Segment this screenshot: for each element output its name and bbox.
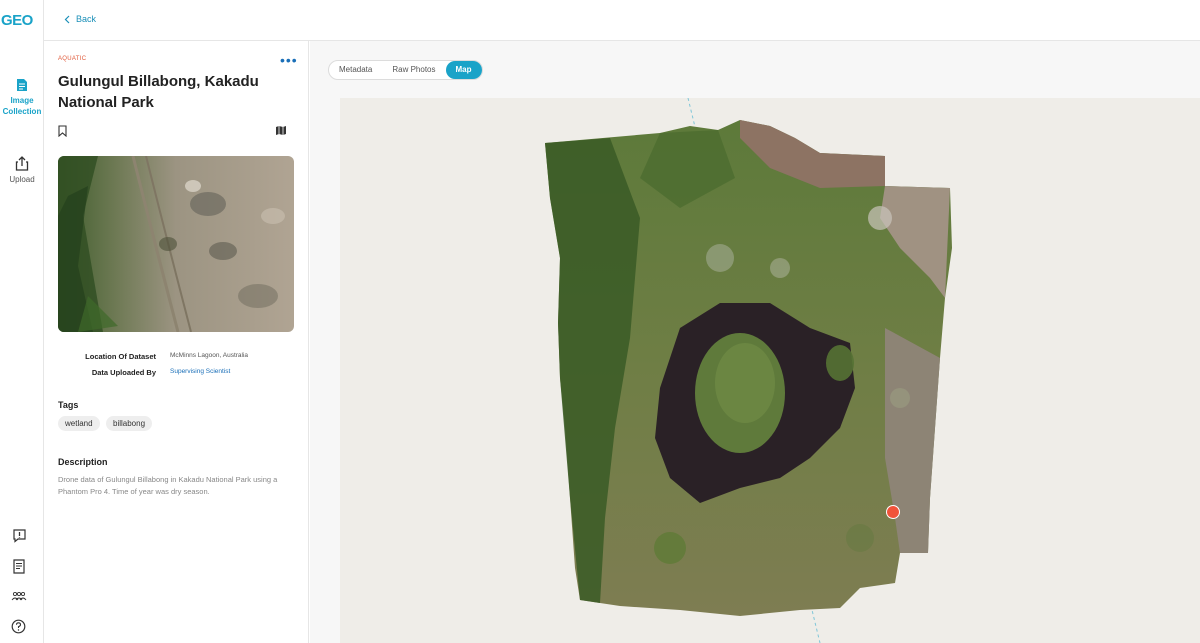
geo-logo[interactable]: GEO <box>1 10 41 30</box>
rail-item-image-collection[interactable]: Image Collection <box>0 78 44 117</box>
top-bar: Back <box>44 0 1200 41</box>
meta-value: McMinns Lagoon, Australia <box>170 352 249 359</box>
document-icon <box>17 79 27 91</box>
main-content: Metadata Raw Photos Map <box>310 41 1200 643</box>
bookmark-icon[interactable] <box>58 125 67 137</box>
uploader-link[interactable]: Supervising Scientist <box>170 368 230 377</box>
tab-map[interactable]: Map <box>445 61 482 79</box>
more-options-button[interactable]: ••• <box>280 53 298 67</box>
notes-icon[interactable] <box>12 559 26 574</box>
upload-icon <box>15 156 29 171</box>
view-tabs: Metadata Raw Photos Map <box>328 60 483 80</box>
tag-chip[interactable]: wetland <box>58 416 100 431</box>
dataset-thumbnail[interactable] <box>58 156 294 332</box>
dataset-panel: AQUATIC ••• Gulungul Billabong, Kakadu N… <box>44 41 309 643</box>
map-icon[interactable] <box>275 125 287 136</box>
location-marker <box>886 505 900 519</box>
category-label: AQUATIC <box>58 56 87 62</box>
rail-item-label: Upload <box>9 175 35 184</box>
logo-text: GEO <box>1 12 34 29</box>
description-text: Drone data of Gulungul Billabong in Kaka… <box>58 475 278 496</box>
nav-rail: GEO Image Collection Upload <box>0 0 44 643</box>
back-label: Back <box>76 14 97 24</box>
tab-metadata[interactable]: Metadata <box>329 61 382 79</box>
meta-row-uploader: Data Uploaded By Supervising Scientist <box>58 368 298 377</box>
rail-item-upload[interactable]: Upload <box>0 156 44 185</box>
people-icon[interactable] <box>11 591 27 601</box>
tag-chip[interactable]: billabong <box>106 416 153 431</box>
chevron-left-icon <box>64 15 70 23</box>
back-button[interactable]: Back <box>64 14 96 24</box>
meta-row-location: Location Of Dataset McMinns Lagoon, Aust… <box>58 352 298 361</box>
help-icon[interactable] <box>11 619 26 634</box>
feedback-icon[interactable] <box>12 528 27 543</box>
orthomosaic-map[interactable] <box>340 98 1200 643</box>
tags-heading: Tags <box>58 400 79 410</box>
rail-item-label: Image Collection <box>2 96 42 116</box>
tab-raw-photos[interactable]: Raw Photos <box>382 61 445 79</box>
description-heading: Description <box>58 457 108 467</box>
meta-key: Data Uploaded By <box>91 368 156 377</box>
page-title: Gulungul Billabong, Kakadu National Park <box>58 73 259 111</box>
meta-key: Location Of Dataset <box>85 352 156 361</box>
